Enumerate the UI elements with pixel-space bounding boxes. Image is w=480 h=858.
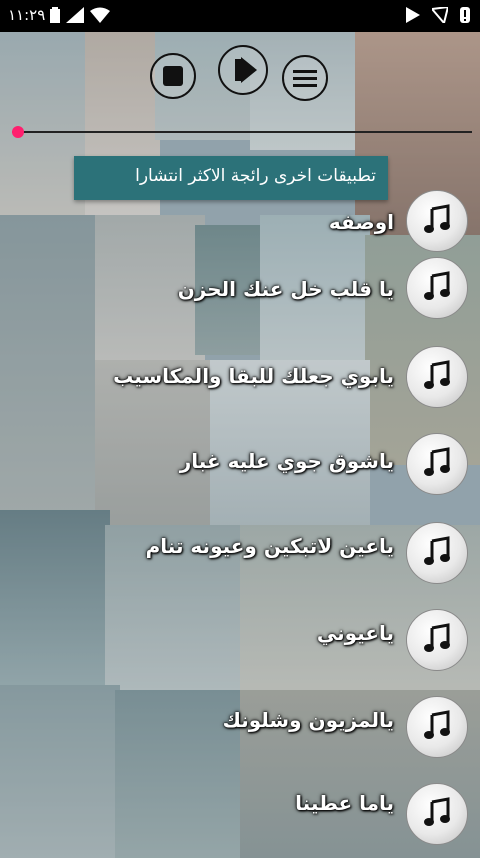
song-title: اوصفه xyxy=(328,210,394,234)
promo-banner[interactable]: تطبيقات اخرى رائجة الاكثر انتشارا xyxy=(74,156,388,200)
music-note-icon xyxy=(422,623,452,657)
music-note-button[interactable] xyxy=(406,190,468,252)
music-note-button[interactable] xyxy=(406,696,468,758)
list-item[interactable]: ياعين لاتبكين وعيونه تنام xyxy=(0,508,480,594)
play-icon xyxy=(235,57,257,87)
music-note-icon xyxy=(422,271,452,305)
seek-bar-thumb[interactable] xyxy=(12,126,24,138)
alert-icon xyxy=(460,7,470,27)
music-note-icon xyxy=(422,536,452,570)
music-note-icon xyxy=(422,360,452,394)
stop-icon xyxy=(163,66,183,86)
music-note-button[interactable] xyxy=(406,609,468,671)
song-title: يابوي جعلك للبقا والمكاسيب xyxy=(113,364,394,388)
status-time: ١١:٢٩ xyxy=(8,6,46,24)
music-note-button[interactable] xyxy=(406,257,468,319)
music-note-button[interactable] xyxy=(406,522,468,584)
signal-icon xyxy=(66,7,84,27)
status-bar: ١١:٢٩ xyxy=(0,0,480,32)
music-note-icon xyxy=(422,797,452,831)
list-item[interactable]: ياما عطينا xyxy=(0,769,480,855)
music-note-button[interactable] xyxy=(406,433,468,495)
music-note-icon xyxy=(422,447,452,481)
song-title: ياعين لاتبكين وعيونه تنام xyxy=(145,534,394,558)
promo-banner-text: تطبيقات اخرى رائجة الاكثر انتشارا xyxy=(135,166,376,186)
list-item[interactable]: يا قلب خل عنك الحزن xyxy=(0,247,480,333)
song-title: ياشوق جوي عليه غبار xyxy=(179,449,394,473)
song-title: يالمزيون وشلونك xyxy=(222,708,394,732)
check-flag-icon xyxy=(430,5,450,27)
stop-button[interactable] xyxy=(150,53,196,99)
music-note-icon xyxy=(422,204,452,238)
seek-bar-track[interactable] xyxy=(12,131,472,133)
music-note-icon xyxy=(422,710,452,744)
play-store-icon xyxy=(406,7,420,27)
music-note-button[interactable] xyxy=(406,346,468,408)
list-item[interactable]: يابوي جعلك للبقا والمكاسيب xyxy=(0,334,480,420)
music-note-button[interactable] xyxy=(406,783,468,845)
menu-button[interactable] xyxy=(282,55,328,101)
list-item[interactable]: يالمزيون وشلونك xyxy=(0,682,480,768)
song-title: ياما عطينا xyxy=(295,791,394,815)
song-title: ياعيوني xyxy=(316,621,394,645)
song-title: يا قلب خل عنك الحزن xyxy=(177,277,394,301)
play-button[interactable] xyxy=(218,45,268,95)
list-item[interactable]: ياشوق جوي عليه غبار xyxy=(0,421,480,507)
battery-icon xyxy=(50,7,60,27)
player-controls xyxy=(150,45,340,109)
wifi-icon xyxy=(90,7,110,27)
menu-icon xyxy=(293,69,317,93)
list-item[interactable]: ياعيوني xyxy=(0,595,480,681)
